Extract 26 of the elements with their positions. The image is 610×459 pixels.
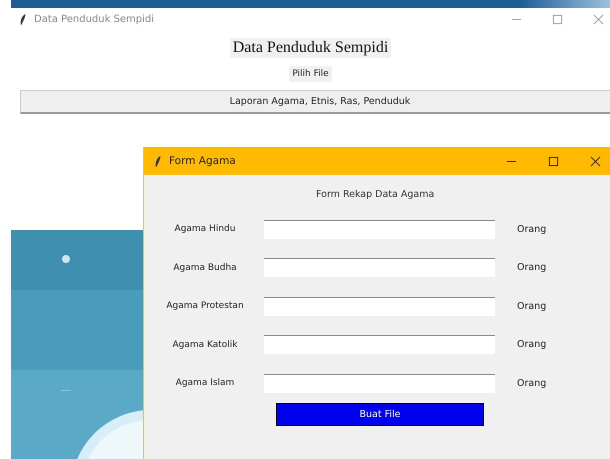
form-heading: Form Rekap Data Agama xyxy=(316,189,434,200)
unit-label: Orang xyxy=(517,224,546,235)
feather-icon xyxy=(19,12,27,26)
input-field[interactable] xyxy=(264,335,495,354)
window-title: Data Penduduk Sempidi xyxy=(34,14,154,24)
input-field[interactable] xyxy=(264,296,495,316)
unit-label: Orang xyxy=(517,378,546,389)
field-label: Agama Budha xyxy=(172,262,238,273)
input-field[interactable] xyxy=(264,220,495,239)
main-heading: Data Penduduk Sempidi xyxy=(230,38,392,58)
field-label: Agama Hindu xyxy=(174,224,236,234)
field-label: Agama Islam xyxy=(174,378,236,388)
report-button[interactable]: Laporan Agama, Etnis, Ras, Penduduk xyxy=(20,90,610,114)
feather-icon xyxy=(154,154,162,168)
maximize-icon[interactable] xyxy=(548,156,559,166)
close-icon[interactable] xyxy=(590,156,601,166)
field-label: Agama Protestan xyxy=(165,301,245,312)
create-file-button[interactable]: Buat File xyxy=(276,402,484,426)
input-field[interactable] xyxy=(264,258,495,278)
field-label: Agama Katolik xyxy=(171,340,239,350)
dialog-title: Form Agama xyxy=(169,155,236,167)
choose-file-button[interactable]: Pilih File xyxy=(289,66,332,82)
input-field[interactable] xyxy=(264,374,495,393)
unit-label: Orang xyxy=(517,300,546,312)
unit-label: Orang xyxy=(517,339,546,350)
unit-label: Orang xyxy=(517,262,546,274)
